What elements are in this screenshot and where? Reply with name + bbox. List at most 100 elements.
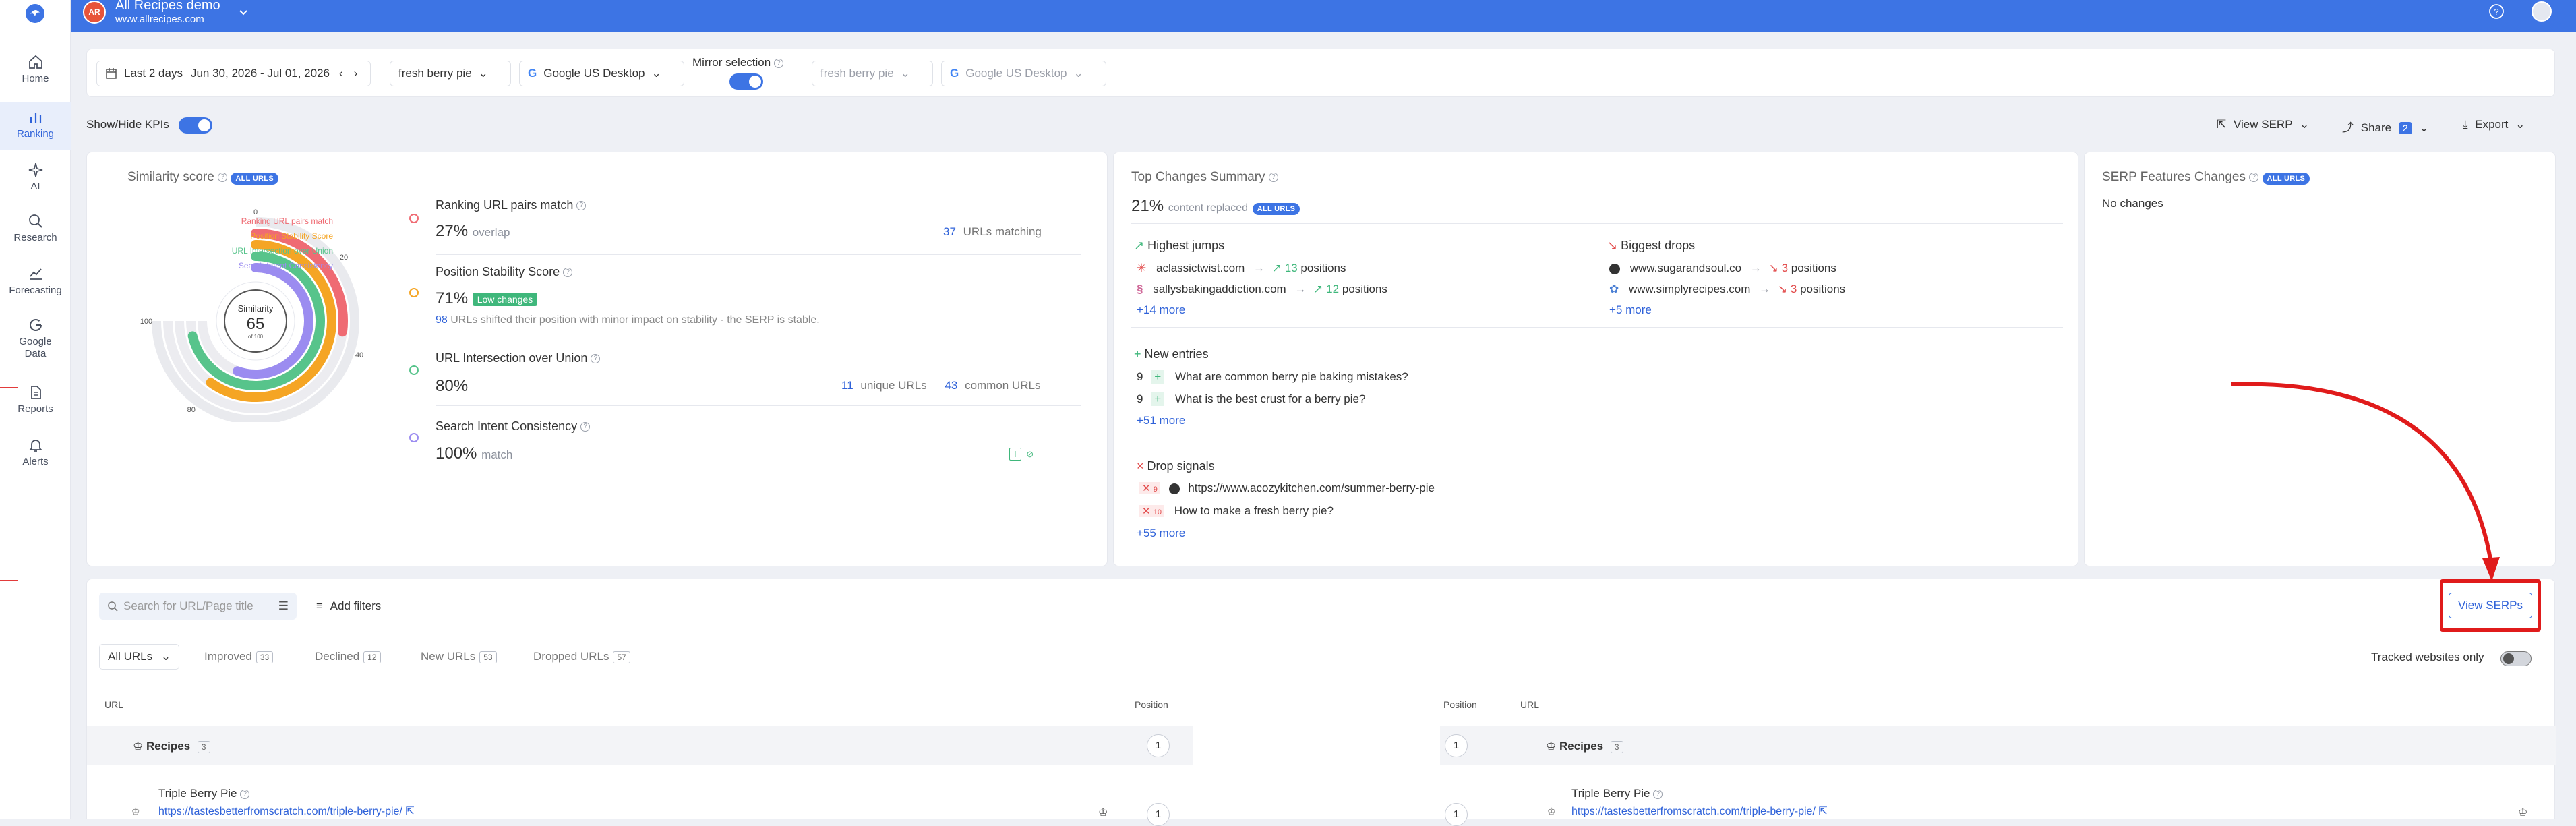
mirror-selection-toggle[interactable] <box>729 73 763 90</box>
project-title[interactable]: All Recipes demo <box>115 0 220 13</box>
project-logo[interactable]: AR <box>83 1 106 24</box>
new-entry-text: What are common berry pie baking mistake… <box>1174 370 1408 383</box>
new-entries-more-link[interactable]: +51 more <box>1137 414 1185 427</box>
drop-row[interactable]: www.sugarandsoul.co → ↘ 3 positions <box>1609 262 1836 275</box>
help-icon[interactable]: ? <box>2249 172 2259 182</box>
tab-dropped-urls[interactable]: Dropped URLs 57 <box>533 650 630 663</box>
chevron-left-icon[interactable]: ‹ <box>339 67 343 80</box>
header-position-right: Position <box>1443 699 1477 710</box>
sidebar-item-ai[interactable]: AI <box>0 162 71 200</box>
chevron-down-icon: ⌄ <box>1073 67 1083 80</box>
chevron-down-icon[interactable] <box>238 7 249 18</box>
tab-declined[interactable]: Declined 12 <box>315 650 381 663</box>
drop-signal-row[interactable]: ✕ 10 How to make a fresh berry pie? <box>1139 504 1334 518</box>
keyword-select-left[interactable]: fresh berry pie ⌄ <box>390 61 511 86</box>
plus-icon: + <box>1134 347 1141 361</box>
help-icon[interactable]: ? <box>218 172 228 182</box>
share-button[interactable]: ⤴ Share 2 ⌄ <box>2342 118 2429 135</box>
engine-select-right[interactable]: G Google US Desktop ⌄ <box>941 61 1106 86</box>
help-icon[interactable]: ? <box>1268 172 1278 182</box>
tracked-websites-toggle[interactable] <box>2500 651 2532 666</box>
row-url-left[interactable]: https://tastesbetterfromscratch.com/trip… <box>158 804 415 818</box>
biggest-drops-more-link[interactable]: +5 more <box>1609 303 1652 317</box>
plus-box-icon: + <box>1151 370 1164 384</box>
tab-declined-count: 12 <box>363 651 381 663</box>
url-search-box[interactable]: Search for URL/Page title ☰ <box>99 593 297 620</box>
sidebar-item-alerts[interactable]: Alerts <box>0 437 71 475</box>
sidebar-item-forecasting[interactable]: Forecasting <box>0 266 71 303</box>
drop-signal-row[interactable]: ✕ 9 https://www.acozykitchen.com/summer-… <box>1139 481 1435 495</box>
export-button[interactable]: ⤓ Export ⌄ <box>2463 118 2525 131</box>
annotation-arrow <box>2231 382 2500 581</box>
view-serp-label: View SERP <box>2233 118 2293 131</box>
jump-row[interactable]: § sallysbakingaddiction.com → ↗ 12 posit… <box>1137 283 1387 296</box>
sidebar-item-reports[interactable]: Reports <box>0 384 71 422</box>
drop-unit: positions <box>1800 283 1846 295</box>
view-serp-button[interactable]: ⇱ View SERP ⌄ <box>2217 118 2309 131</box>
sidebar-item-research[interactable]: Research <box>0 213 71 251</box>
project-domain: www.allrecipes.com <box>115 13 204 25</box>
engine-select-left[interactable]: G Google US Desktop ⌄ <box>519 61 684 86</box>
new-entries-title: + New entries <box>1134 347 1209 361</box>
group-recipes-left: ♔ Recipes 3 <box>133 740 210 753</box>
kpi-iou-unique-count[interactable]: 11 <box>841 379 853 392</box>
group-position-right: 1 <box>1445 734 1468 757</box>
kpi-stability-value: 71% Low changes <box>436 289 538 308</box>
help-icon[interactable]: ? <box>1653 789 1663 799</box>
external-link-icon: ⇱ <box>405 806 415 817</box>
help-icon[interactable]: ? <box>773 58 783 68</box>
group-count: 3 <box>197 741 210 753</box>
sidebar-item-ranking[interactable]: Ranking <box>0 102 71 150</box>
sliders-icon[interactable]: ☰ <box>278 599 289 613</box>
add-filters-button[interactable]: ≡ Add filters <box>316 599 381 613</box>
url-search-placeholder: Search for URL/Page title <box>123 599 253 612</box>
keyword-select-right-value: fresh berry pie <box>820 67 894 80</box>
kpi-intent-value-text: 100% <box>436 444 477 463</box>
highest-jumps-more-link[interactable]: +14 more <box>1137 303 1185 317</box>
new-entry-text: What is the best crust for a berry pie? <box>1174 392 1366 405</box>
kpi-stability-count[interactable]: 98 <box>436 314 448 326</box>
kpi-dot-ranking <box>409 214 419 223</box>
jump-row[interactable]: ✳ aclassictwist.com → ↗ 13 positions <box>1137 262 1346 275</box>
chevron-down-icon: ⌄ <box>478 67 488 80</box>
kpi-iou-value: 80% <box>436 377 469 395</box>
view-serps-button[interactable]: View SERPs <box>2449 593 2532 618</box>
help-icon[interactable]: ? <box>563 268 573 278</box>
new-entry-row[interactable]: 9 + What is the best crust for a berry p… <box>1137 392 1365 406</box>
drop-row[interactable]: ✿ www.simplyrecipes.com → ↘ 3 positions <box>1609 283 1845 296</box>
jump-domain: aclassictwist.com <box>1156 262 1245 274</box>
help-icon[interactable]: ? <box>2488 3 2505 20</box>
serp-features-title-text: SERP Features Changes <box>2102 170 2246 184</box>
drop-signal-position: 10 <box>1153 508 1162 517</box>
kpi-toggle[interactable] <box>179 117 212 134</box>
new-entry-row[interactable]: 9 + What are common berry pie baking mis… <box>1137 370 1408 384</box>
favicon-icon: ✳ <box>1137 262 1147 274</box>
help-icon[interactable]: ? <box>576 201 587 211</box>
sidebar-item-home[interactable]: Home <box>0 54 71 94</box>
keyword-select-right[interactable]: fresh berry pie ⌄ <box>812 61 933 86</box>
serp-features-title: SERP Features Changes ? ALL URLS <box>2102 170 2310 185</box>
drop-change: 3 <box>1790 283 1797 295</box>
tab-all-urls[interactable]: All URLs ⌄ <box>99 644 180 670</box>
tab-improved[interactable]: Improved 33 <box>204 650 274 663</box>
tab-new-urls[interactable]: New URLs 53 <box>421 650 497 663</box>
kpi-ranking-count[interactable]: 37 <box>943 225 956 238</box>
row-url-right[interactable]: https://tastesbetterfromscratch.com/trip… <box>1571 804 1828 818</box>
chevron-right-icon[interactable]: › <box>354 67 358 80</box>
gauge-tick-label: 40 <box>355 351 363 359</box>
app-logo[interactable] <box>24 3 46 24</box>
help-icon[interactable]: ? <box>591 354 601 364</box>
drop-domain: www.sugarandsoul.co <box>1629 262 1742 274</box>
drop-signals-more-link[interactable]: +55 more <box>1137 527 1185 540</box>
user-avatar[interactable] <box>2532 1 2552 22</box>
highest-jumps-title: ↗ Highest jumps <box>1134 239 1224 253</box>
kpi-intent-title: Search Intent Consistency ? <box>436 419 591 434</box>
download-icon: ⤓ <box>2463 118 2468 131</box>
arrow-right-icon: → <box>1294 283 1307 295</box>
date-range-picker[interactable]: Last 2 days Jun 30, 2026 - Jul 01, 2026 … <box>96 61 371 86</box>
kpi-iou-common-count[interactable]: 43 <box>945 379 957 392</box>
help-icon[interactable]: ? <box>240 789 250 799</box>
help-icon[interactable]: ? <box>580 422 591 432</box>
sidebar-item-google-data[interactable]: Google Data <box>0 317 71 371</box>
gauge-tick-label: 20 <box>340 254 348 262</box>
